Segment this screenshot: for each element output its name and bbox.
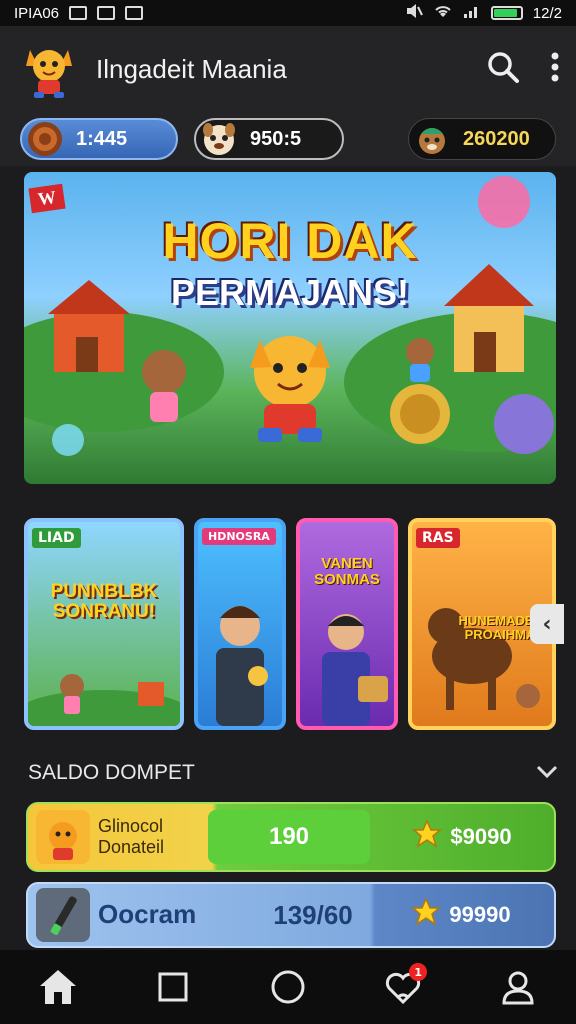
card-title: VANEN SONMAS: [314, 555, 380, 588]
game-card[interactable]: LIAD PUNNBLBK SONRANU!: [24, 518, 184, 730]
status-bar: IPIA06 12/2: [0, 0, 576, 26]
coin-icon: [26, 120, 64, 158]
game-cards-carousel: LIAD PUNNBLBK SONRANU! HDNOSRA VANEN SON…: [24, 518, 564, 732]
status-clock: 12/2: [532, 4, 562, 22]
currency-row: 1:445 950:5 260200: [0, 112, 576, 166]
status-time: IPIA06: [14, 4, 60, 22]
star-icon: [411, 897, 442, 933]
row-amount: 139/60: [273, 899, 353, 930]
game-card[interactable]: HDNOSRA: [194, 518, 286, 730]
circle-icon[interactable]: [258, 957, 318, 1017]
app-logo: [16, 36, 82, 102]
row-label-line2: Donateil: [98, 837, 165, 857]
square-icon[interactable]: [143, 957, 203, 1017]
battery-icon: [490, 6, 523, 20]
wallet-section-header[interactable]: SALDO DOMPET: [28, 758, 558, 788]
carousel-next-button[interactable]: ‹: [530, 604, 564, 644]
character-avatar-icon: [413, 120, 451, 158]
card-tag: HDNOSRA: [202, 528, 276, 545]
profile-icon[interactable]: [488, 957, 548, 1017]
search-icon[interactable]: [486, 50, 520, 88]
banner-badge: W: [28, 183, 66, 214]
card-tag: LIAD: [32, 528, 81, 548]
game-card[interactable]: VANEN SONMAS: [296, 518, 398, 730]
row-amount: 190: [208, 810, 370, 864]
row-reward-value: $9090: [450, 824, 512, 849]
row-thumbnail: [36, 810, 90, 864]
wifi-icon: [433, 3, 453, 23]
star-icon: [412, 819, 443, 855]
notification-badge: 1: [409, 963, 428, 981]
pet-balance-value: 950:5: [250, 127, 302, 150]
banner-title: HORI DAK: [162, 213, 418, 269]
coin-balance[interactable]: 1:445: [20, 118, 178, 160]
wallet-row[interactable]: Glinocol Donateil 190 $9090: [26, 802, 556, 872]
row-reward: 99990: [368, 897, 554, 933]
section-title: SALDO DOMPET: [28, 761, 195, 784]
card-title: PUNNBLBK SONRANU!: [50, 581, 158, 622]
row-label: Glinocol Donateil: [98, 816, 208, 857]
app-header: Ilngadeit Maania: [0, 26, 576, 112]
mute-icon: [405, 3, 423, 23]
message-icon: [125, 6, 144, 20]
app-title: Ilngadeit Maania: [96, 53, 287, 84]
row-reward: $9090: [370, 819, 554, 855]
signal-icon: [463, 3, 481, 23]
gallery-icon: [97, 6, 116, 20]
gem-balance-value: 260200: [463, 127, 530, 150]
wallet-row[interactable]: Oocram 139/60 99990: [26, 882, 556, 948]
row-reward-value: 99990: [449, 902, 511, 927]
banner-subtitle: PERMAJANS!: [170, 272, 410, 313]
bottom-nav: 1: [0, 950, 576, 1024]
promo-banner[interactable]: W HORI DAK PERMAJANS!: [24, 172, 556, 484]
card-tag: RAS: [416, 528, 460, 548]
gem-balance[interactable]: 260200: [408, 118, 556, 160]
pet-balance[interactable]: 950:5: [194, 118, 344, 160]
chevron-down-icon[interactable]: [536, 761, 558, 785]
row-label-line1: Glinocol: [98, 816, 164, 837]
chevron-left-icon: ‹: [542, 611, 552, 637]
home-icon[interactable]: [28, 957, 88, 1017]
character-avatar-icon: [200, 120, 238, 158]
image-icon: [69, 6, 88, 20]
more-vertical-icon[interactable]: [550, 52, 560, 86]
row-label: Oocram: [98, 899, 197, 930]
notification-icon[interactable]: 1: [373, 957, 433, 1017]
row-thumbnail: [36, 888, 90, 942]
coin-balance-value: 1:445: [76, 127, 128, 150]
